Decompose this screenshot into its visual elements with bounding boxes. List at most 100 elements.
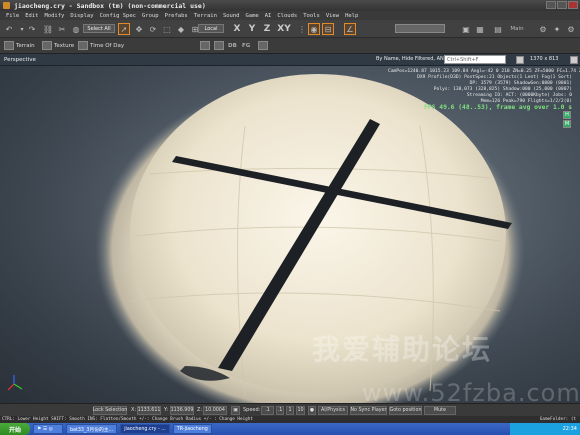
db-button[interactable]: DB xyxy=(228,40,237,51)
brush-icon[interactable]: ▦ xyxy=(474,23,486,35)
gear-icon[interactable]: ⚙ xyxy=(537,23,549,35)
helpers-toggle[interactable]: H xyxy=(563,111,571,119)
texture-icon xyxy=(42,41,52,50)
record-icon[interactable]: ● xyxy=(308,406,316,415)
globe-icon[interactable]: ◍ xyxy=(70,23,82,35)
secondary-toolbar: Terrain Texture Time Of Day DB FG xyxy=(0,38,580,54)
search-input[interactable]: Ctrl+Shift+F xyxy=(444,55,506,64)
3d-viewport[interactable]: CamPos=1240.87 1015.23 109.84 Angl=-42 0… xyxy=(0,66,580,403)
menu-help[interactable]: Help xyxy=(345,13,358,19)
axis-y-button[interactable]: Y xyxy=(246,23,258,35)
goto-position-button[interactable]: Goto position xyxy=(389,406,422,415)
z-coord-field[interactable]: 10.0004 xyxy=(203,406,227,415)
mode-toggle[interactable]: M xyxy=(563,120,571,128)
menu-ai[interactable]: AI xyxy=(265,13,272,19)
fg-button[interactable]: FG xyxy=(242,40,250,51)
viewport-header: Perspective By Name, Hide Filtered, AND … xyxy=(0,54,580,66)
grid-snap-icon[interactable]: ⊟ xyxy=(322,23,334,35)
texture-button[interactable]: Texture xyxy=(42,40,74,51)
tool-b-button[interactable] xyxy=(214,40,224,51)
move-tool-icon[interactable]: ✥ xyxy=(133,23,145,35)
start-button[interactable]: 开始 xyxy=(0,423,30,435)
rotate-tool-icon[interactable]: ⟳ xyxy=(147,23,159,35)
x-coord-label: X: xyxy=(131,407,137,413)
minimize-button[interactable] xyxy=(546,1,556,9)
tool-a-icon xyxy=(200,41,210,50)
scale-tool-icon[interactable]: ⬚ xyxy=(161,23,173,35)
speed-field[interactable]: .1 xyxy=(261,406,274,415)
axis-x-button[interactable]: X xyxy=(231,23,243,35)
layer-selector[interactable] xyxy=(395,24,445,33)
menu-terrain[interactable]: Terrain xyxy=(194,13,217,19)
menu-prefabs[interactable]: Prefabs xyxy=(165,13,188,19)
fps-readout: FPS 49.6 (48..53), frame avg over 1.0 s xyxy=(424,104,572,111)
viewport-maximize-icon[interactable] xyxy=(570,56,578,64)
maximize-button[interactable] xyxy=(557,1,567,9)
object-icon[interactable]: ▣ xyxy=(460,23,472,35)
menu-modify[interactable]: Modify xyxy=(45,13,65,19)
tool-b-icon xyxy=(214,41,224,50)
camera-icon[interactable]: ◉ xyxy=(308,23,320,35)
angle-snap-icon[interactable]: ∠ xyxy=(344,23,356,35)
x-coord-field[interactable]: 1133.611 xyxy=(137,406,161,415)
menu-group[interactable]: Group xyxy=(142,13,159,19)
menu-edit[interactable]: Edit xyxy=(25,13,38,19)
clock[interactable]: 22:34 xyxy=(563,426,577,432)
menu-game[interactable]: Game xyxy=(246,13,259,19)
menu-view[interactable]: View xyxy=(326,13,339,19)
tool-c-button[interactable] xyxy=(258,40,268,51)
lock-icon[interactable]: ▣ xyxy=(231,406,240,415)
tool-a-button[interactable] xyxy=(200,40,210,51)
redo-icon[interactable]: ↷ xyxy=(26,23,38,35)
menu-tools[interactable]: Tools xyxy=(303,13,320,19)
quick-launch[interactable]: ⚑ ☰ ◎ xyxy=(33,424,63,434)
main-button[interactable]: Main xyxy=(506,23,528,35)
taskbar-item-1[interactable]: bat33_3月份的主... xyxy=(66,424,118,434)
mute-button[interactable]: Mute xyxy=(424,406,456,415)
axis-z-button[interactable]: Z xyxy=(261,23,273,35)
viewport-menu-icon[interactable] xyxy=(516,56,524,64)
clock-icon xyxy=(78,41,88,50)
coordinate-system-dropdown[interactable]: Local xyxy=(198,24,224,33)
grid-icon[interactable]: ⋮ xyxy=(296,23,308,35)
undo-icon[interactable]: ↶ xyxy=(3,23,15,35)
ai-physics-button[interactable]: AI/Physics xyxy=(318,406,348,415)
axis-xy-button[interactable]: XY xyxy=(276,23,292,35)
filter-mode-label[interactable]: By Name, Hide Filtered, AND xyxy=(376,56,448,62)
resolution-label[interactable]: 1370 x 813 xyxy=(530,56,558,62)
menu-display[interactable]: Display xyxy=(70,13,93,19)
layers-icon[interactable]: ▤ xyxy=(492,23,504,35)
menu-file[interactable]: File xyxy=(6,13,19,19)
menu-config-spec[interactable]: Config Spec xyxy=(100,13,136,19)
terrain-button[interactable]: Terrain xyxy=(4,40,35,51)
window-controls xyxy=(546,1,578,9)
terrain-snap-icon[interactable]: ◆ xyxy=(175,23,187,35)
menu-bar: File Edit Modify Display Config Spec Gro… xyxy=(0,11,580,20)
speed-preset-100-button[interactable]: 10 xyxy=(296,406,305,415)
menu-sound[interactable]: Sound xyxy=(223,13,240,19)
system-tray: 22:34 xyxy=(510,423,580,435)
unlink-icon[interactable]: ✂ xyxy=(56,23,68,35)
gamepad-icon[interactable]: ✦ xyxy=(551,23,563,35)
main-toolbar: ↶ ▾ ↷ ⛓ ✂ ◍ Select All ➚ ✥ ⟳ ⬚ ◆ ⊞ Local… xyxy=(0,20,580,38)
no-sync-player-button[interactable]: No Sync Player xyxy=(350,406,387,415)
taskbar-item-2[interactable]: jiaocheng.cry - ... xyxy=(120,424,170,434)
link-icon[interactable]: ⛓ xyxy=(42,23,54,35)
y-coord-field[interactable]: 1136.909 xyxy=(170,406,194,415)
settings-icon[interactable]: ⚙ xyxy=(565,23,577,35)
stats-line-4: Polys: 138,073 (328,825) Shadow:000 (25,… xyxy=(433,87,572,92)
watermark-url: www.52fzba.com xyxy=(362,379,580,403)
time-of-day-label: Time Of Day xyxy=(90,42,125,49)
time-of-day-button[interactable]: Time Of Day xyxy=(78,40,124,51)
viewport-name[interactable]: Perspective xyxy=(4,57,36,63)
taskbar-item-3[interactable]: TR-jiaocheng xyxy=(172,424,212,434)
menu-clouds[interactable]: Clouds xyxy=(277,13,297,19)
speed-preset-1-button[interactable]: .1 xyxy=(276,406,284,415)
hint-bar: CTRL: Lower Height SHIFT: Smooth INS: Fl… xyxy=(0,416,580,423)
select-tool-icon[interactable]: ➚ xyxy=(118,23,130,35)
lock-selection-button[interactable]: Lock Selection xyxy=(93,406,127,415)
speed-preset-10-button[interactable]: 1 xyxy=(286,406,294,415)
os-taskbar: 开始 ⚑ ☰ ◎ bat33_3月份的主... jiaocheng.cry - … xyxy=(0,423,580,435)
close-button[interactable] xyxy=(568,1,578,9)
select-filter-dropdown[interactable]: Select All xyxy=(83,24,115,33)
